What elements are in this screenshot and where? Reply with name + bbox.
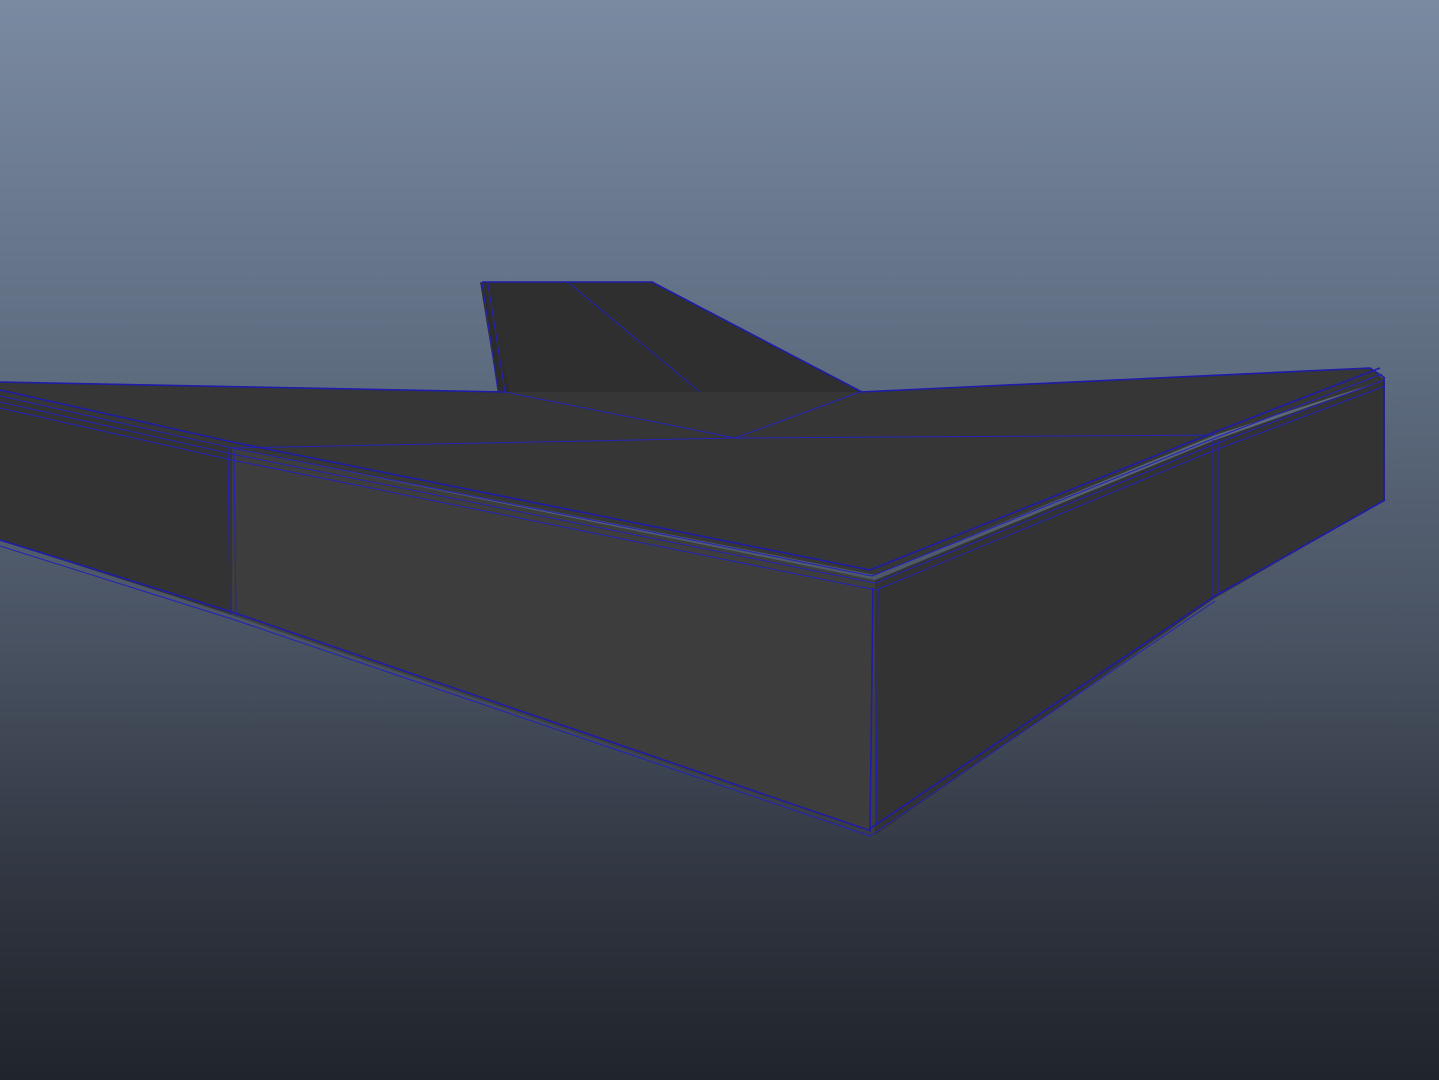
3d-viewport[interactable] <box>0 0 1439 1080</box>
scene-canvas[interactable] <box>0 0 1439 1080</box>
backrest-mesh[interactable] <box>480 281 863 393</box>
backrest-face <box>482 282 862 392</box>
